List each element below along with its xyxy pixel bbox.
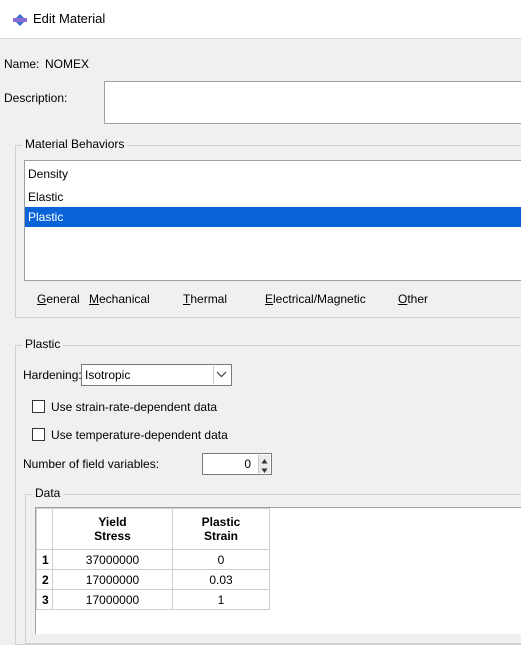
table-header-row: Yield Stress Plastic Strain — [36, 508, 270, 550]
menu-mechanical[interactable]: Mechanical — [89, 292, 150, 306]
menu-mechanical-rest: echanical — [99, 292, 150, 306]
plastic-legend: Plastic — [22, 337, 64, 351]
description-field[interactable] — [104, 81, 521, 124]
menu-thermal-rest: hermal — [190, 292, 228, 306]
row-number: 3 — [36, 589, 53, 610]
behavior-item-plastic[interactable]: Plastic — [25, 207, 521, 227]
yield-stress-cell[interactable]: 37000000 — [52, 549, 173, 570]
chevron-down-icon[interactable] — [213, 366, 230, 384]
title-bar: Edit Material — [0, 0, 521, 39]
field-variables-label: Number of field variables: — [23, 457, 160, 471]
field-variables-spinbox[interactable]: 0 — [202, 453, 272, 475]
menu-general-rest: eneral — [46, 292, 80, 306]
behavior-item-density[interactable]: Density — [25, 164, 521, 184]
menu-thermal[interactable]: Thermal — [183, 292, 227, 306]
temperature-checkbox[interactable] — [32, 428, 45, 441]
menu-other-mnemonic: O — [398, 292, 408, 306]
row-number: 1 — [36, 549, 53, 570]
menu-electrical-rest: lectrical/Magnetic — [273, 292, 366, 306]
temperature-label: Use temperature-dependent data — [51, 428, 228, 442]
menu-other-rest: ther — [407, 292, 429, 306]
row-number: 2 — [36, 569, 53, 590]
plastic-strain-cell[interactable]: 0 — [172, 549, 270, 570]
yield-stress-cell[interactable]: 17000000 — [52, 589, 173, 610]
data-table-area: Yield Stress Plastic Strain 1 37000000 0… — [35, 507, 521, 634]
behavior-item-elastic[interactable]: Elastic — [25, 187, 521, 207]
plastic-strain-cell[interactable]: 0.03 — [172, 569, 270, 590]
menu-other[interactable]: Other — [398, 292, 428, 306]
material-behaviors-legend: Material Behaviors — [22, 137, 128, 151]
window-title: Edit Material — [33, 11, 106, 26]
column-header-plastic-strain[interactable]: Plastic Strain — [172, 508, 270, 550]
field-variables-value: 0 — [244, 457, 251, 471]
hardening-label: Hardening: — [23, 368, 82, 382]
menu-mechanical-mnemonic: M — [89, 292, 99, 306]
row-number-header — [36, 508, 53, 550]
name-value: NOMEX — [45, 57, 90, 71]
name-label: Name: — [4, 57, 40, 71]
table-row[interactable]: 3 17000000 1 — [36, 589, 270, 610]
menu-general[interactable]: General — [37, 292, 80, 306]
material-icon — [13, 14, 27, 26]
spin-down-icon[interactable] — [259, 464, 270, 473]
table-row[interactable]: 2 17000000 0.03 — [36, 569, 270, 590]
data-table[interactable]: Yield Stress Plastic Strain 1 37000000 0… — [36, 508, 270, 610]
spin-buttons — [258, 455, 270, 473]
menu-electrical-magnetic[interactable]: Electrical/Magnetic — [265, 292, 366, 306]
hardening-value: Isotropic — [85, 368, 131, 382]
menu-electrical-mnemonic: E — [265, 292, 274, 306]
plastic-strain-cell[interactable]: 1 — [172, 589, 270, 610]
yield-stress-cell[interactable]: 17000000 — [52, 569, 173, 590]
menu-general-mnemonic: G — [37, 292, 47, 306]
data-legend: Data — [32, 486, 64, 500]
column-header-yield-stress[interactable]: Yield Stress — [52, 508, 173, 550]
behaviors-list[interactable]: Density Elastic Plastic — [24, 160, 521, 281]
hardening-select[interactable]: Isotropic — [81, 364, 232, 386]
table-row[interactable]: 1 37000000 0 — [36, 549, 270, 570]
description-label: Description: — [4, 91, 68, 105]
strain-rate-checkbox[interactable] — [32, 400, 45, 413]
spin-up-icon[interactable] — [259, 455, 270, 464]
strain-rate-label: Use strain-rate-dependent data — [51, 400, 218, 414]
